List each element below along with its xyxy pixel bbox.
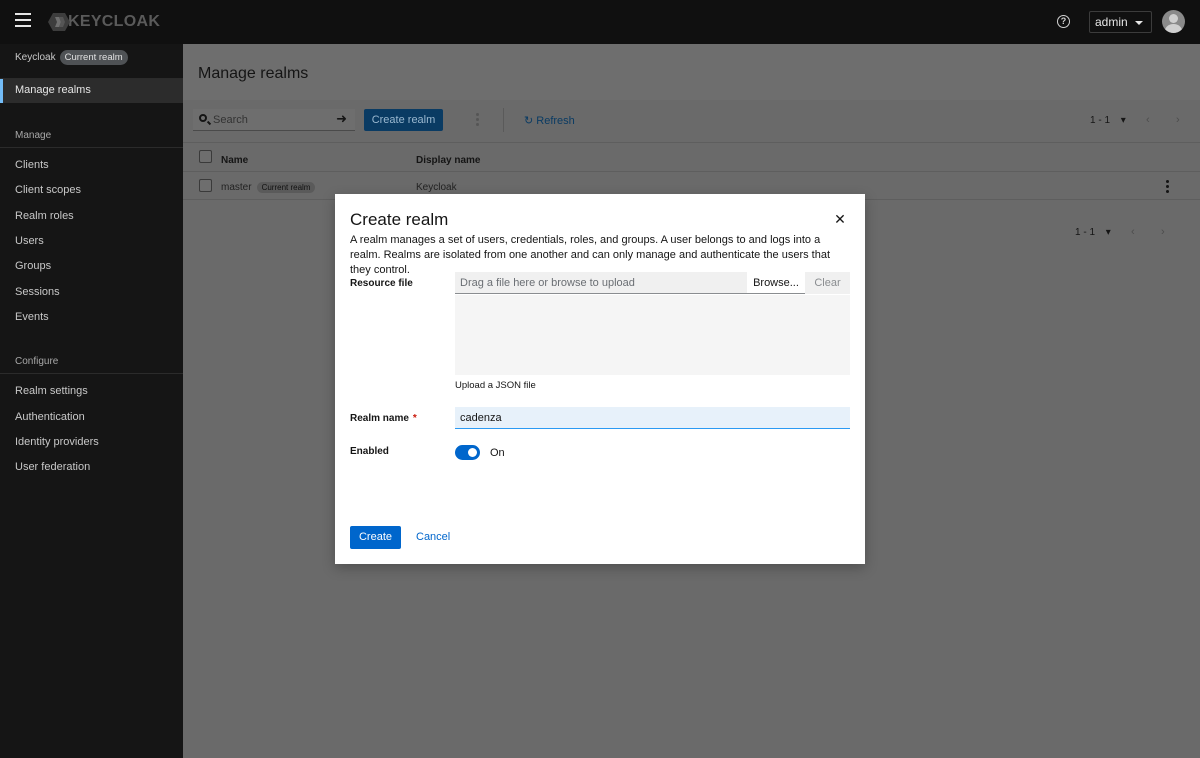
search-box[interactable]: ➜ — [193, 109, 355, 131]
sidebar-item-sessions[interactable]: Sessions — [15, 286, 60, 298]
hamburger-menu-icon[interactable] — [15, 13, 31, 29]
pagination-range: 1 - 1 — [1090, 115, 1111, 126]
table-header: Name Display name — [183, 142, 1200, 172]
user-name: admin — [1095, 15, 1128, 29]
keycloak-logo[interactable]: KEYCLOAK — [48, 12, 160, 32]
sidebar-item-clients[interactable]: Clients — [15, 159, 49, 171]
sidebar-item-user-federation[interactable]: User federation — [15, 461, 90, 473]
sidebar-section-manage: Manage — [15, 130, 52, 141]
upload-helper-text: Upload a JSON file — [455, 380, 536, 391]
previous-page-icon[interactable]: ‹ — [1146, 114, 1150, 126]
page-title: Manage realms — [198, 65, 309, 82]
realm-name-input[interactable] — [455, 407, 850, 429]
next-page-icon[interactable]: › — [1161, 226, 1165, 238]
pagination-toggle[interactable]: 1 - 1 ▾ — [1090, 115, 1126, 126]
brand-name: KEYCLOAK — [68, 13, 161, 30]
display-name-cell: Keycloak — [416, 182, 457, 193]
sidebar: Keycloak Current realm Manage realms Man… — [0, 44, 183, 758]
arrow-right-icon[interactable]: ➜ — [336, 111, 347, 127]
sidebar-item-realm-roles[interactable]: Realm roles — [15, 210, 74, 222]
realm-link[interactable]: master — [221, 182, 252, 193]
sidebar-item-label: Manage realms — [15, 84, 91, 96]
enabled-toggle[interactable] — [455, 445, 480, 460]
current-realm-badge: Current realm — [59, 50, 128, 65]
sidebar-item-manage-realms[interactable]: Manage realms — [0, 79, 183, 103]
help-icon[interactable]: ? — [1057, 15, 1070, 28]
sidebar-divider — [0, 373, 183, 374]
browse-button[interactable]: Browse... — [747, 272, 805, 294]
toolbar-kebab-icon[interactable] — [476, 113, 479, 128]
sidebar-divider — [0, 147, 183, 148]
sidebar-item-events[interactable]: Events — [15, 311, 49, 323]
sidebar-item-realm-settings[interactable]: Realm settings — [15, 385, 88, 397]
enabled-toggle-label: On — [490, 447, 505, 459]
sidebar-item-groups[interactable]: Groups — [15, 260, 51, 272]
refresh-label: Refresh — [536, 115, 575, 127]
file-name-input[interactable] — [455, 272, 747, 293]
current-realm-badge: Current realm — [256, 182, 316, 193]
caret-down-icon: ▾ — [1105, 227, 1111, 238]
realm-name-label-text: Realm name — [350, 413, 409, 424]
keycloak-logo-icon — [48, 13, 70, 31]
create-realm-modal: Create realm ✕ A realm manages a set of … — [335, 194, 865, 564]
realm-name: Keycloak — [15, 52, 56, 63]
column-header-name[interactable]: Name — [221, 155, 248, 166]
cancel-button[interactable]: Cancel — [416, 531, 450, 543]
sidebar-section-configure: Configure — [15, 356, 59, 367]
close-icon[interactable]: ✕ — [833, 212, 847, 226]
resource-file-label: Resource file — [350, 278, 413, 289]
required-mark: * — [412, 413, 417, 424]
avatar[interactable] — [1162, 10, 1185, 33]
sidebar-item-identity-providers[interactable]: Identity providers — [15, 436, 99, 448]
refresh-icon: ↻ — [524, 115, 534, 127]
file-upload-field[interactable] — [455, 272, 747, 294]
row-kebab-icon[interactable] — [1166, 180, 1169, 195]
pagination-toggle-bottom[interactable]: 1 - 1 ▾ — [1075, 227, 1111, 238]
realm-name-label: Realm name * — [350, 413, 417, 424]
sidebar-item-users[interactable]: Users — [15, 235, 44, 247]
create-realm-button[interactable]: Create realm — [364, 109, 443, 131]
select-all-checkbox[interactable] — [199, 150, 212, 163]
refresh-button[interactable]: ↻ Refresh — [524, 114, 575, 127]
create-button[interactable]: Create — [350, 526, 401, 549]
modal-title: Create realm — [350, 210, 449, 229]
pagination-range: 1 - 1 — [1075, 227, 1096, 238]
page-header: Manage realms — [183, 44, 1200, 100]
toolbar-separator — [503, 108, 504, 132]
file-content-textarea[interactable] — [455, 295, 850, 375]
next-page-icon[interactable]: › — [1176, 114, 1180, 126]
caret-down-icon — [1135, 21, 1143, 25]
realm-name-cell[interactable]: master Current realm — [221, 182, 316, 193]
clear-button[interactable]: Clear — [805, 272, 850, 294]
column-header-display-name[interactable]: Display name — [416, 155, 480, 166]
enabled-label: Enabled — [350, 446, 389, 457]
search-icon — [199, 114, 207, 122]
user-dropdown[interactable]: admin — [1089, 11, 1152, 33]
caret-down-icon: ▾ — [1120, 115, 1126, 126]
row-checkbox[interactable] — [199, 179, 212, 192]
sidebar-item-client-scopes[interactable]: Client scopes — [15, 184, 81, 196]
masthead: KEYCLOAK ? admin — [0, 0, 1200, 44]
search-input[interactable] — [213, 112, 323, 128]
realm-selector[interactable]: Keycloak Current realm — [15, 50, 128, 65]
sidebar-item-authentication[interactable]: Authentication — [15, 411, 85, 423]
previous-page-icon[interactable]: ‹ — [1131, 226, 1135, 238]
